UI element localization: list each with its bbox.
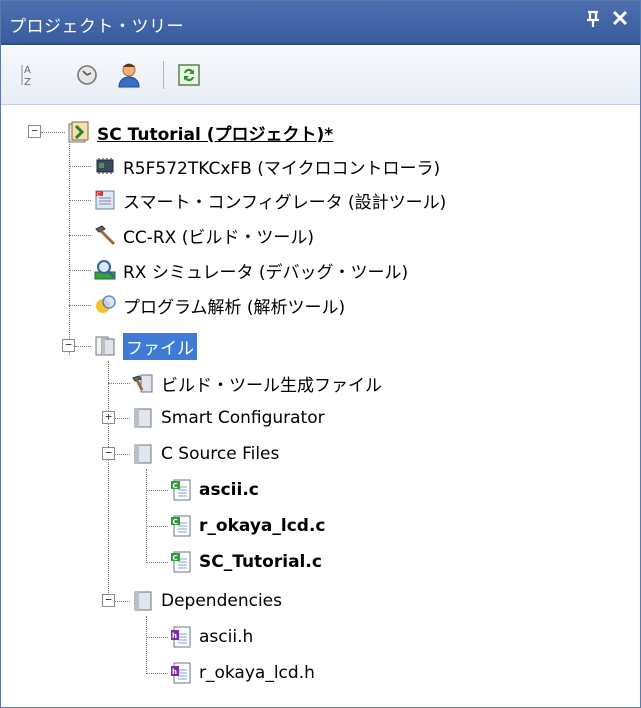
panel-titlebar: プロジェクト・ツリー	[1, 1, 640, 45]
tree-connector	[69, 200, 91, 201]
c-file-icon: C	[169, 514, 193, 538]
tree-item-label: Smart Configurator	[161, 408, 325, 428]
tree-connector	[146, 490, 168, 491]
tree-connector	[146, 562, 168, 563]
tree-connector	[69, 235, 91, 236]
svg-text:C: C	[173, 518, 178, 526]
tree-item-ascii-h[interactable]: h ascii.h	[169, 622, 253, 652]
expand-toggle[interactable]: +	[102, 411, 115, 424]
simulator-icon	[93, 258, 117, 282]
tree-connector	[69, 166, 91, 167]
svg-text:C: C	[173, 554, 178, 562]
build-files-icon	[131, 371, 155, 395]
close-icon[interactable]	[611, 8, 629, 33]
tree-item-label: ascii.c	[199, 480, 259, 500]
collapse-toggle[interactable]: −	[102, 594, 115, 607]
tree-item-label: ビルド・ツール生成ファイル	[161, 375, 382, 396]
refresh-icon[interactable]	[175, 61, 203, 89]
tree-connector	[115, 454, 130, 455]
h-file-icon: h	[169, 625, 193, 649]
tree-item-label: r_okaya_lcd.c	[199, 516, 326, 536]
tree-item-r-okaya-lcd-c[interactable]: C r_okaya_lcd.c	[169, 511, 325, 541]
folder-icon	[131, 589, 155, 613]
tree-connector	[69, 270, 91, 271]
collapse-toggle[interactable]: −	[62, 339, 75, 352]
folder-open-icon	[93, 334, 117, 358]
folder-icon	[131, 442, 155, 466]
user-icon[interactable]	[115, 61, 143, 89]
project-icon	[67, 120, 91, 144]
tree-item-label: R5F572TKCxFB (マイクロコントローラ)	[123, 158, 441, 179]
tree-item-label: ascii.h	[199, 627, 254, 647]
tree-item-analysis-tool[interactable]: プログラム解析 (解析ツール)	[93, 290, 345, 320]
tree-connector	[41, 132, 65, 133]
project-tree: − − + − − SC Tutorial (プロジェクト)* R5F572TK…	[1, 107, 640, 707]
tree-item-build-tool[interactable]: CC-RX (ビルド・ツール)	[93, 220, 314, 250]
tree-item-c-source-files[interactable]: C Source Files	[131, 439, 279, 469]
tree-connector	[69, 305, 91, 306]
tree-connector	[115, 601, 130, 602]
tree-item-label: プログラム解析 (解析ツール)	[123, 297, 346, 318]
tree-connector	[146, 469, 147, 563]
svg-text:h: h	[172, 632, 177, 640]
tree-connector	[146, 616, 147, 674]
tree-item-smart-configurator[interactable]: Smart Configurator	[131, 403, 325, 433]
tree-item-label: SC Tutorial (プロジェクト)*	[97, 124, 334, 145]
tree-connector	[108, 383, 130, 384]
tree-connector	[146, 673, 168, 674]
svg-text:C: C	[97, 192, 101, 198]
tree-item-smart-config-tool[interactable]: C スマート・コンフィグレータ (設計ツール)	[93, 185, 446, 215]
svg-text:A: A	[24, 65, 31, 76]
tree-item-ascii-c[interactable]: C ascii.c	[169, 475, 259, 505]
clock-icon[interactable]	[73, 61, 101, 89]
c-file-icon: C	[169, 478, 193, 502]
tree-item-mcu[interactable]: R5F572TKCxFB (マイクロコントローラ)	[93, 151, 440, 181]
chip-icon	[93, 154, 117, 178]
tree-connector	[146, 526, 168, 527]
tree-connector	[75, 346, 91, 347]
tree-item-label: ファイル	[123, 332, 197, 360]
tree-item-sc-tutorial-c[interactable]: C SC_Tutorial.c	[169, 547, 322, 577]
project-tree-panel: プロジェクト・ツリー A Z − − + − − SC Tutorial (プロ…	[0, 0, 641, 708]
tree-item-project[interactable]: SC Tutorial (プロジェクト)*	[67, 117, 333, 147]
tree-item-debug-tool[interactable]: RX シミュレータ (デバッグ・ツール)	[93, 255, 408, 285]
hammer-icon	[93, 223, 117, 247]
tree-connector	[115, 418, 130, 419]
tree-item-label: SC_Tutorial.c	[199, 552, 322, 572]
tree-item-label: RX シミュレータ (デバッグ・ツール)	[123, 262, 409, 283]
toolbar-separator	[163, 61, 164, 89]
folder-icon	[131, 406, 155, 430]
c-file-icon: C	[169, 550, 193, 574]
analysis-icon	[93, 293, 117, 317]
tree-toolbar: A Z	[1, 47, 640, 105]
collapse-toggle[interactable]: −	[102, 447, 115, 460]
tree-item-label: Dependencies	[161, 591, 282, 611]
tree-connector	[146, 637, 168, 638]
tree-item-files[interactable]: ファイル	[93, 331, 197, 361]
configurator-icon: C	[93, 188, 117, 212]
tree-item-label: CC-RX (ビルド・ツール)	[123, 227, 315, 248]
svg-text:h: h	[172, 668, 177, 676]
svg-text:C: C	[173, 482, 178, 490]
pin-icon[interactable]	[585, 10, 601, 33]
tree-connector	[108, 361, 109, 601]
tree-connector	[69, 139, 70, 355]
sort-az-icon[interactable]: A Z	[15, 61, 43, 89]
tree-item-r-okaya-lcd-h[interactable]: h r_okaya_lcd.h	[169, 658, 315, 688]
tree-item-label: スマート・コンフィグレータ (設計ツール)	[123, 192, 447, 213]
tree-item-dependencies[interactable]: Dependencies	[131, 586, 282, 616]
tree-item-build-generated[interactable]: ビルド・ツール生成ファイル	[131, 368, 382, 398]
panel-title: プロジェクト・ツリー	[9, 17, 184, 37]
tree-item-label: C Source Files	[161, 444, 280, 464]
h-file-icon: h	[169, 661, 193, 685]
tree-item-label: r_okaya_lcd.h	[199, 663, 315, 683]
svg-text:Z: Z	[24, 77, 31, 88]
collapse-toggle[interactable]: −	[28, 125, 41, 138]
